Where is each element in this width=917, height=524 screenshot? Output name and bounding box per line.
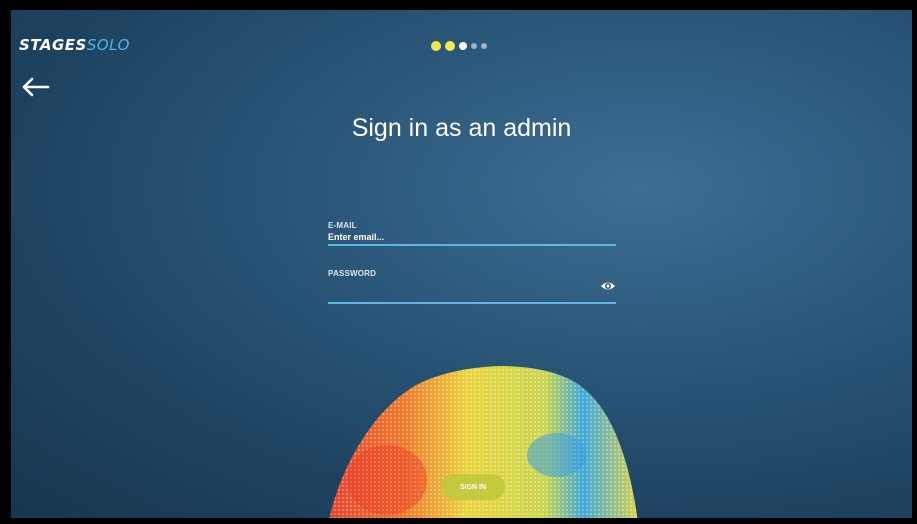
password-label: PASSWORD bbox=[328, 269, 377, 278]
brand-logo: STAGESSOLO bbox=[19, 36, 130, 54]
email-label: E-MAIL bbox=[328, 221, 357, 230]
logo-text-stages: STAGES bbox=[19, 36, 87, 54]
tv-frame: STAGESSOLO Sign in as an admin E-MAIL PA… bbox=[0, 0, 917, 524]
step-dot-2 bbox=[445, 41, 455, 51]
app-screen: STAGESSOLO Sign in as an admin E-MAIL PA… bbox=[11, 10, 912, 518]
step-indicator bbox=[431, 41, 487, 51]
email-field-group: E-MAIL bbox=[328, 221, 616, 246]
page-title: Sign in as an admin bbox=[351, 114, 572, 142]
eye-icon bbox=[601, 282, 615, 290]
sign-in-button[interactable]: SIGN IN bbox=[441, 474, 505, 500]
logo-text-solo: SOLO bbox=[86, 36, 130, 54]
arrow-left-icon bbox=[22, 77, 50, 97]
step-dot-5 bbox=[481, 43, 487, 49]
step-dot-1 bbox=[431, 41, 441, 51]
password-input[interactable] bbox=[328, 288, 616, 304]
back-button[interactable] bbox=[21, 76, 51, 98]
step-dot-3 bbox=[459, 42, 467, 50]
step-dot-4 bbox=[471, 43, 477, 49]
email-input[interactable] bbox=[328, 230, 616, 246]
password-field-group: PASSWORD bbox=[328, 269, 616, 304]
show-password-toggle[interactable] bbox=[600, 279, 616, 291]
